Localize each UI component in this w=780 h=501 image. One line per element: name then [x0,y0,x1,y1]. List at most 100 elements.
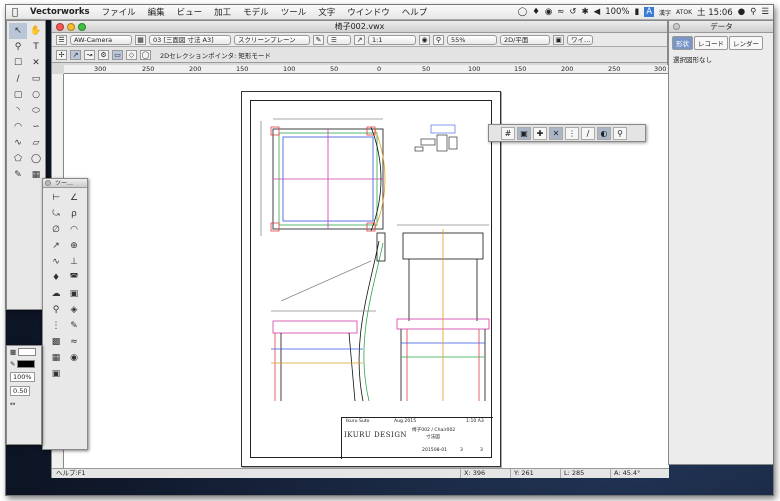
hatch-tool-icon[interactable]: ▩ [47,334,65,350]
layer-scale-select[interactable]: ☰ [327,34,351,45]
layer-select[interactable]: 03 [三面図 寸法 A3] [149,34,231,45]
render-mode-select[interactable]: スクリーンプレーン [234,34,310,45]
selection-tool-icon[interactable]: ↖ [9,23,27,39]
key-tool-icon[interactable]: ⚲ [47,302,65,318]
protractor-tool-icon[interactable]: ◚ [65,270,83,286]
menu-view[interactable]: ビュー [171,6,209,18]
matrix-tool-icon[interactable]: ▣ [47,366,65,382]
dimension-tool-icon[interactable]: ⊢ [47,190,65,206]
tab-render[interactable]: レンダー [729,36,763,50]
lasso-mode-icon[interactable]: ↝ [84,49,95,60]
input-a-icon[interactable]: A [644,7,655,17]
interactive-scaling-icon[interactable]: ✢ [56,49,67,60]
fill-bucket-icon[interactable]: ▩ [10,348,16,356]
menu-window[interactable]: ウインドウ [341,6,396,18]
volume-icon[interactable]: ◀ [594,7,601,17]
opacity-field[interactable]: 100% [10,372,35,382]
class-select[interactable]: AW-Camera [70,34,132,45]
callout-tool-icon[interactable]: ☐ [9,55,27,71]
pen-tool-icon[interactable]: ✎ [65,318,83,334]
leader-tool-icon[interactable]: ↗ [47,238,65,254]
view-select[interactable]: 2D/平面 [500,34,550,45]
atok-label[interactable]: ATOK [676,9,692,16]
dropbox-icon[interactable]: ♦ [532,7,540,17]
line-weight-field[interactable]: 0.50 [10,386,31,396]
oval-tool-icon[interactable]: ⬭ [27,103,45,119]
class-icon[interactable]: ☰ [56,34,67,45]
snap-point-icon[interactable]: ◐ [597,126,611,140]
angle-dim-tool-icon[interactable]: ∠ [65,190,83,206]
scale-icon[interactable]: ↗ [354,34,365,45]
clock[interactable]: 土 15:06 [697,6,733,18]
zoom-tool-icon[interactable]: ⚲ [433,34,444,45]
layer-icon[interactable]: ▦ [135,34,146,45]
notification-list-icon[interactable]: ☰ [761,7,769,17]
rectangle-tool-icon[interactable]: ▭ [27,71,45,87]
snap-tangent-icon[interactable]: ∕ [581,126,595,140]
eye-icon[interactable]: ◉ [545,7,552,17]
minimize-window-button[interactable] [67,23,75,31]
wave-tool-icon[interactable]: ≈ [65,334,83,350]
snap-intersection-icon[interactable]: ✕ [549,126,563,140]
user-icon[interactable]: ● [738,7,745,17]
menu-tools[interactable]: ツール [275,6,313,18]
locus-tool-icon[interactable]: ✕ [27,55,45,71]
rectangle-select-icon[interactable]: ▭ [112,49,123,60]
double-line-tool-icon[interactable]: ▱ [27,135,45,151]
arc-tool-icon[interactable]: ◝ [9,103,27,119]
table-tool-icon[interactable]: ▦ [47,350,65,366]
menu-model[interactable]: モデル [237,6,275,18]
diamond-tool-icon[interactable]: ◈ [65,302,83,318]
snap-grid-icon[interactable]: # [501,126,515,140]
circle-tool-icon[interactable]: ○ [27,87,45,103]
input-method[interactable]: 漢字 [659,8,671,17]
preferences-icon[interactable]: ⚙ [98,49,109,60]
menu-text[interactable]: 文字 [312,6,341,18]
globe-tool-icon[interactable]: ◉ [65,350,83,366]
chain-dim-tool-icon[interactable]: ⤿ [47,206,65,222]
projection-select[interactable]: ワイ… [567,34,593,45]
tab-shape[interactable]: 形状 [672,36,693,50]
grid-tool-icon[interactable]: ⋮ [47,318,65,334]
arc-dim-tool-icon[interactable]: ◠ [65,222,83,238]
rounded-rect-tool-icon[interactable]: ▢ [9,87,27,103]
cloud-tool-icon[interactable]: ☁ [47,286,65,302]
pen-icon[interactable]: ✎ [10,360,15,368]
snap-object-icon[interactable]: ▣ [517,126,531,140]
center-mark-tool-icon[interactable]: ⊕ [65,238,83,254]
menu-edit[interactable]: 編集 [142,6,171,18]
ordinate-dim-tool-icon[interactable]: ⊥ [65,254,83,270]
polygon-tool-icon[interactable]: ⬠ [9,151,27,167]
rect-mode-icon[interactable]: ↗ [70,49,81,60]
wifi-icon[interactable]: ≈ [557,7,564,17]
zoom-window-button[interactable] [78,23,86,31]
search-icon[interactable]: ⚲ [750,7,756,17]
sync-icon[interactable]: ◯ [518,7,528,17]
apple-menu-icon[interactable]:  [6,7,24,18]
bluetooth-icon[interactable]: ✱ [582,7,589,17]
pencil-icon[interactable]: ✎ [313,34,324,45]
close-data-palette-button[interactable] [673,23,680,30]
time-machine-icon[interactable]: ↺ [569,7,576,17]
polygon-select-icon[interactable]: ◇ [126,49,137,60]
text-tool-icon[interactable]: T [27,39,45,55]
note-tool-icon[interactable]: ♦ [47,270,65,286]
battery-icon[interactable]: ▮ [635,7,640,17]
baseline-dim-tool-icon[interactable]: ⍴ [65,206,83,222]
zoom-tool-icon[interactable]: ⚲ [9,39,27,55]
drawing-canvas[interactable]: Ikuru Suto Aug 2015 1:10 A3 椅子002 / Chai… [64,74,669,468]
scale-field[interactable]: 1:1 [368,34,416,45]
frame-tool-icon[interactable]: ▣ [65,286,83,302]
menu-file[interactable]: ファイル [96,6,142,18]
quarter-arc-tool-icon[interactable]: ◠ [9,119,27,135]
close-window-button[interactable] [56,23,64,31]
menu-modify[interactable]: 加工 [208,6,237,18]
zoom-field[interactable]: 55% [447,34,497,45]
polyline-tool-icon[interactable]: ∿ [9,135,27,151]
menu-help[interactable]: ヘルプ [396,6,434,18]
spiral-tool-icon[interactable]: ◯ [27,151,45,167]
lasso-select-icon[interactable]: ◯ [140,49,151,60]
fill-swatch[interactable] [18,348,37,356]
eyedropper-tool-icon[interactable]: ✎ [9,167,27,183]
freehand-tool-icon[interactable]: ∽ [27,119,45,135]
